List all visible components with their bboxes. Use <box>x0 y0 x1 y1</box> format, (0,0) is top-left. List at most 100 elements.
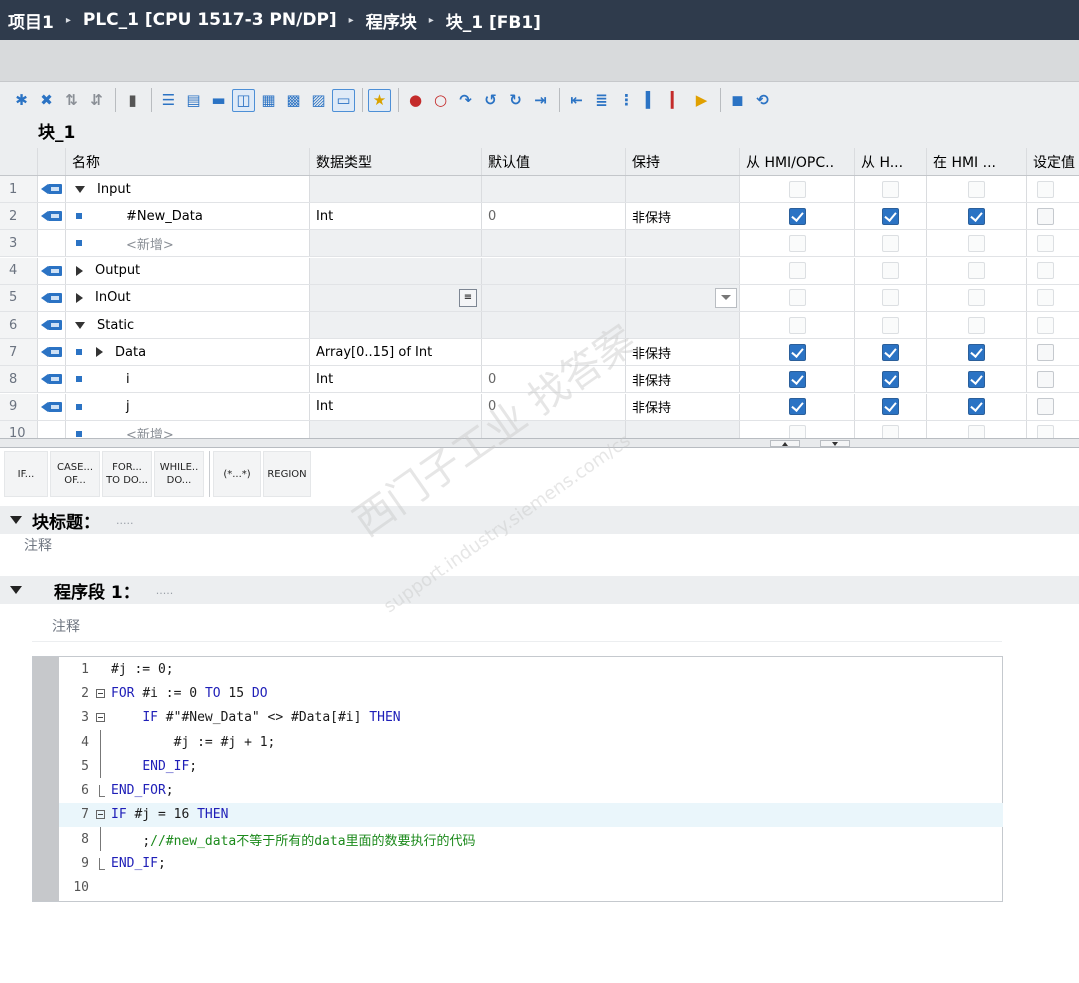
setpoint-checkbox[interactable] <box>1037 207 1054 225</box>
default-value-cell[interactable] <box>482 257 626 284</box>
monitor-icon[interactable]: ▮ <box>121 89 144 112</box>
name-cell[interactable]: Input <box>66 176 310 202</box>
retain-cell[interactable]: 非保持 <box>626 339 740 366</box>
name-cell[interactable]: InOut <box>66 284 310 311</box>
splitter-up-icon[interactable] <box>770 440 800 447</box>
comment-block-button[interactable]: (*...*) <box>213 451 261 497</box>
hmi-checkbox[interactable] <box>968 316 985 334</box>
retain-cell[interactable] <box>626 284 740 311</box>
hmi-checkbox[interactable] <box>968 262 985 280</box>
outdent-icon[interactable]: ▤ <box>182 89 205 112</box>
data-type-cell[interactable] <box>310 312 482 338</box>
setpoint-checkbox[interactable] <box>1037 289 1054 307</box>
name-cell[interactable]: <新增> <box>66 230 310 257</box>
type-picker-icon[interactable]: ≡ <box>459 288 477 307</box>
hmi-checkbox[interactable] <box>882 425 899 438</box>
data-type-cell[interactable]: Int <box>310 366 482 393</box>
hmi-checkbox[interactable] <box>968 234 985 252</box>
hmi-checkbox[interactable] <box>882 316 899 334</box>
setpoint-checkbox[interactable] <box>1037 262 1054 280</box>
setpoint-checkbox[interactable] <box>1037 370 1054 388</box>
default-value-cell[interactable] <box>482 230 626 257</box>
case-button[interactable]: CASE... OF... <box>50 451 100 497</box>
delete-row-icon[interactable]: ✖ <box>35 89 58 112</box>
retain-cell[interactable] <box>626 257 740 284</box>
start-icon[interactable]: ▶ <box>690 89 713 112</box>
retain-cell[interactable] <box>626 230 740 257</box>
hmi-checkbox[interactable] <box>788 316 806 334</box>
if-button[interactable]: IF... <box>4 451 48 497</box>
hmi-checkbox[interactable] <box>968 289 985 307</box>
name-cell[interactable]: Data <box>66 339 310 366</box>
setpoint-checkbox[interactable] <box>1037 316 1054 334</box>
breadcrumb-item[interactable]: 块_1 [FB1] <box>446 8 541 33</box>
hmi-checkbox[interactable] <box>968 370 985 388</box>
name-cell[interactable]: i <box>66 366 310 393</box>
table-row[interactable]: 8 i Int 0 非保持 <box>0 366 1079 394</box>
collapsed-icon[interactable] <box>76 265 83 276</box>
favorites-icon[interactable]: ★ <box>368 88 391 112</box>
table-row[interactable]: 4 Output <box>0 257 1079 285</box>
fold-collapse-icon[interactable] <box>95 688 105 698</box>
breakpoint-icon[interactable]: ● <box>404 89 427 112</box>
retain-cell[interactable] <box>626 312 740 338</box>
name-cell[interactable]: Output <box>66 257 310 284</box>
code-line[interactable]: 3 IF #"#New_Data" <> #Data[#i] THEN <box>59 706 1003 730</box>
retain-cell[interactable]: 非保持 <box>626 393 740 420</box>
code-line[interactable]: 6 END_FOR; <box>59 779 1003 803</box>
stop-icon[interactable]: ◼ <box>726 89 749 112</box>
hmi-checkbox[interactable] <box>788 398 806 416</box>
setpoint-checkbox[interactable] <box>1037 234 1054 252</box>
data-type-cell[interactable]: ≡ <box>310 284 482 311</box>
insert-row-icon[interactable]: ✱ <box>10 89 33 112</box>
hmi-checkbox[interactable] <box>882 370 899 388</box>
expanded-icon[interactable] <box>75 185 85 193</box>
table-row[interactable]: 6 Static <box>0 312 1079 339</box>
column-header[interactable]: 数据类型 <box>310 148 482 175</box>
table-row[interactable]: 1 Input <box>0 176 1079 203</box>
default-value-cell[interactable] <box>482 312 626 338</box>
name-cell[interactable]: j <box>66 393 310 420</box>
net-collapse-icon[interactable]: ▩ <box>282 89 305 112</box>
hmi-checkbox[interactable] <box>882 180 899 198</box>
hmi-checkbox[interactable] <box>788 370 806 388</box>
while-button[interactable]: WHILE.. DO... <box>154 451 204 497</box>
table-row[interactable]: 3 <新增> <box>0 230 1079 258</box>
hmi-checkbox[interactable] <box>882 234 899 252</box>
hmi-checkbox[interactable] <box>882 262 899 280</box>
table-row[interactable]: 9 j Int 0 非保持 <box>0 393 1079 421</box>
scl-code-editor[interactable]: 1 #j := 0; 2 FOR #i := 0 TO 15 DO 3 IF #"#Ne… <box>32 656 1003 902</box>
retain-cell[interactable] <box>626 176 740 202</box>
default-value-cell[interactable] <box>482 284 626 311</box>
breadcrumb-item[interactable]: 项目1 <box>8 8 54 33</box>
column-header[interactable]: 在 HMI ... <box>927 148 1027 175</box>
code-line[interactable]: 4 #j := #j + 1; <box>59 730 1003 755</box>
hmi-checkbox[interactable] <box>882 289 899 307</box>
line-indent-icon[interactable]: ⇤ <box>565 89 588 112</box>
single-line-icon[interactable]: ▭ <box>332 88 355 112</box>
default-value-cell[interactable]: 0 <box>482 393 626 420</box>
hmi-checkbox[interactable] <box>788 262 806 280</box>
setpoint-checkbox[interactable] <box>1037 180 1054 198</box>
retain-cell[interactable]: 非保持 <box>626 203 740 230</box>
fold-collapse-icon[interactable] <box>95 713 105 723</box>
line-outdent-icon[interactable]: ≣ <box>590 89 613 112</box>
setpoint-checkbox[interactable] <box>1037 343 1054 361</box>
collapsed-icon[interactable] <box>76 292 83 303</box>
code-line[interactable]: 8 ;//#new_data不等于所有的data里面的数要执行的代码 <box>59 827 1003 852</box>
breadcrumb-item[interactable]: 程序块 <box>366 8 417 33</box>
pane-splitter[interactable] <box>0 438 1079 448</box>
name-cell[interactable]: #New_Data <box>66 203 310 230</box>
align-icon[interactable]: ⋮ <box>615 89 638 112</box>
data-type-cell[interactable]: Int <box>310 393 482 420</box>
column-header[interactable]: 从 H... <box>855 148 927 175</box>
code-line[interactable]: 1 #j := 0; <box>59 657 1003 681</box>
table-row[interactable]: 2 #New_Data Int 0 非保持 <box>0 203 1079 231</box>
segment-comment[interactable]: 注释 <box>32 608 1002 642</box>
data-type-cell[interactable] <box>310 176 482 202</box>
copy-icon[interactable]: ⇅ <box>60 89 83 112</box>
step-icon[interactable]: ↷ <box>454 89 477 112</box>
segment-title-dots[interactable]: ..... <box>156 584 173 597</box>
code-line[interactable]: 5 END_IF; <box>59 754 1003 779</box>
collapse-down-icon[interactable] <box>10 586 22 594</box>
